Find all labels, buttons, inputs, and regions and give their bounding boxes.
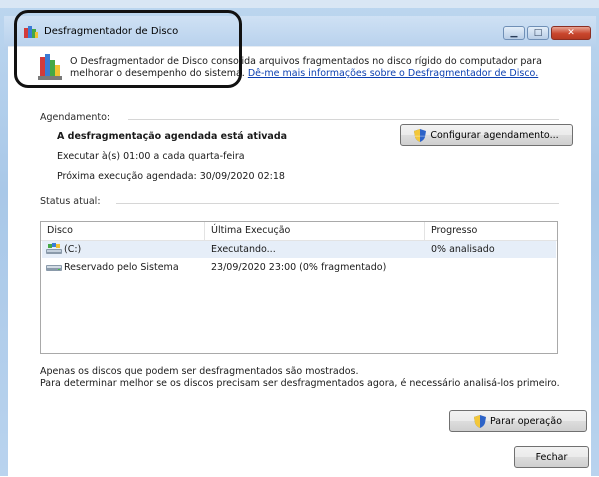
schedule-status: A desfragmentação agendada está ativada [57, 131, 288, 142]
close-dialog-label: Fechar [535, 451, 568, 463]
column-header-disk[interactable]: Disco [47, 225, 73, 236]
uac-shield-icon [414, 128, 427, 142]
window-title: Desfragmentador de Disco [44, 26, 179, 37]
configure-schedule-button[interactable]: Configurar agendamento... [400, 124, 573, 146]
uac-shield-icon [473, 414, 486, 428]
table-row[interactable]: (C:) Executando... 0% analisado [42, 241, 556, 258]
disk-progress: 0% analisado [431, 244, 495, 255]
status-divider [116, 203, 559, 204]
hard-drive-icon [46, 265, 62, 271]
column-header-progress[interactable]: Progresso [431, 225, 477, 236]
configure-schedule-label: Configurar agendamento... [430, 129, 559, 141]
disk-last-run: Executando... [211, 244, 276, 255]
schedule-run-at: Executar à(s) 01:00 a cada quarta-feira [57, 151, 245, 162]
note-defraggable-only: Apenas os discos que podem ser desfragme… [40, 366, 359, 377]
stop-operation-label: Parar operação [489, 415, 563, 427]
more-info-link[interactable]: Dê-me mais informações sobre o Desfragme… [248, 68, 538, 79]
system-drive-icon [46, 243, 62, 254]
status-section-title: Status atual: [40, 196, 101, 207]
schedule-section-title: Agendamento: [40, 112, 111, 123]
column-header-last-run[interactable]: Última Execução [211, 225, 290, 236]
maximize-icon: □ [533, 28, 543, 38]
close-dialog-button[interactable]: Fechar [514, 446, 589, 468]
column-separator[interactable] [424, 222, 425, 240]
disk-last-run: 23/09/2020 23:00 (0% fragmentado) [211, 262, 387, 273]
table-row[interactable]: Reservado pelo Sistema 23/09/2020 23:00 … [42, 259, 556, 276]
column-separator[interactable] [204, 222, 205, 240]
schedule-next-run: Próxima execução agendada: 30/09/2020 02… [57, 171, 285, 182]
close-icon: ✕ [567, 28, 575, 38]
stop-operation-button[interactable]: Parar operação [449, 410, 587, 432]
disk-list[interactable]: Disco Última Execução Progresso (C:) Exe… [40, 221, 558, 354]
defrag-app-icon [24, 26, 38, 38]
disk-name: (C:) [64, 244, 82, 255]
disk-name: Reservado pelo Sistema [64, 262, 179, 273]
schedule-divider [128, 119, 559, 120]
maximize-button[interactable]: □ [527, 26, 549, 40]
note-analyze-first: Para determinar melhor se os discos prec… [40, 378, 560, 389]
close-window-button[interactable]: ✕ [551, 26, 591, 40]
minimize-icon: ▁ [510, 28, 518, 38]
minimize-button[interactable]: ▁ [503, 26, 525, 40]
window-controls: ▁ □ ✕ [503, 26, 591, 40]
intro-description: O Desfragmentador de Disco consolida arq… [70, 56, 580, 80]
disk-list-header: Disco Última Execução Progresso [41, 222, 557, 241]
defrag-large-icon [38, 54, 62, 80]
